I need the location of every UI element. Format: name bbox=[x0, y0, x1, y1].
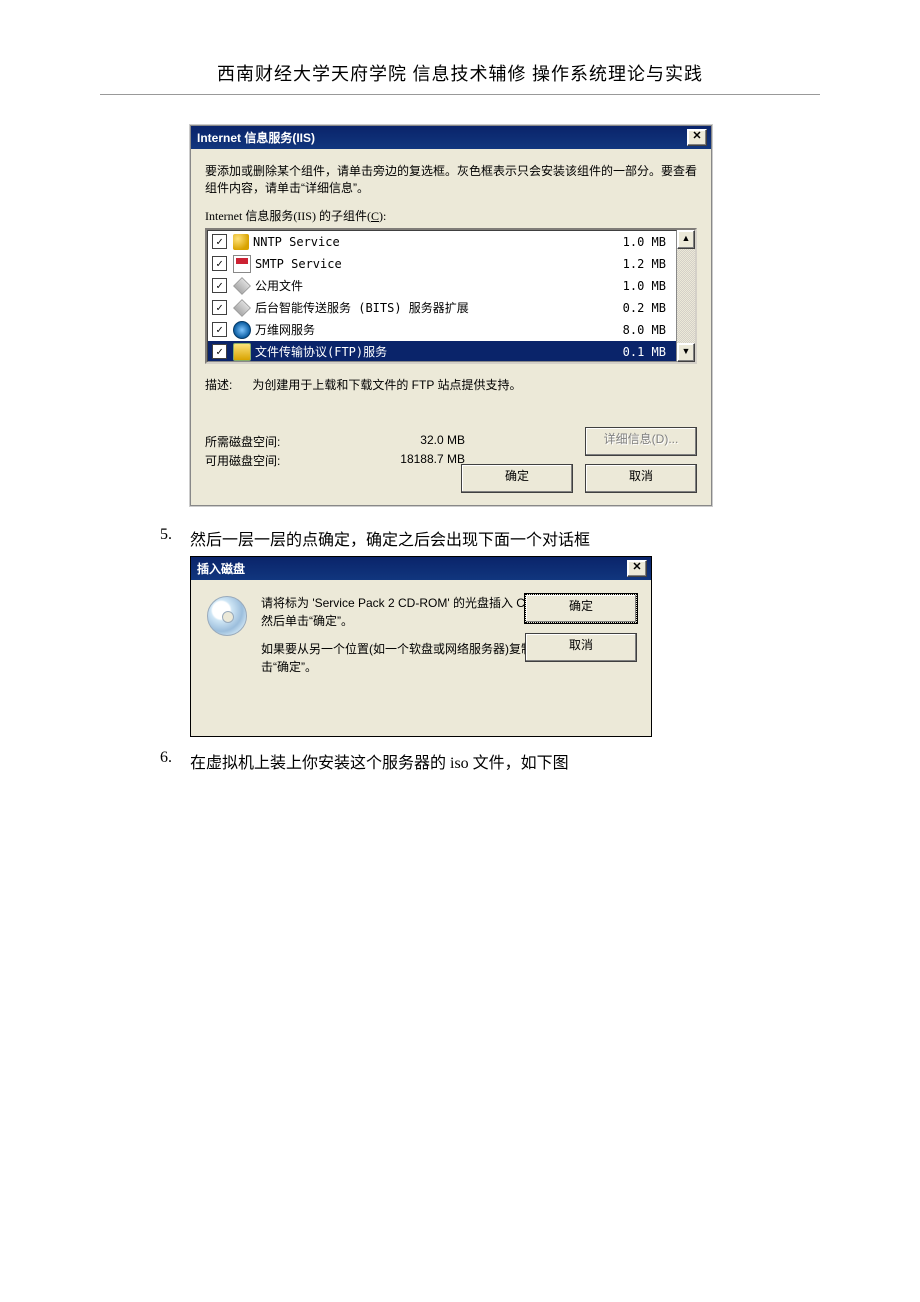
subcomp-label-suffix: ): bbox=[379, 209, 386, 223]
list-item-size: 1.0 MB bbox=[596, 235, 670, 249]
list-item-size: 1.2 MB bbox=[596, 257, 670, 271]
list-item-label: 公用文件 bbox=[255, 277, 596, 294]
list-item-label: 万维网服务 bbox=[255, 321, 596, 338]
list-item[interactable]: ✓ 后台智能传送服务 (BITS) 服务器扩展0.2 MB bbox=[208, 297, 676, 319]
close-icon[interactable]: ✕ bbox=[627, 560, 647, 577]
scroll-down-icon[interactable]: ▼ bbox=[677, 343, 695, 362]
iis-titlebar: Internet 信息服务(IIS) ✕ bbox=[191, 126, 711, 149]
insert-disk-dialog: 插入磁盘 ✕ 请将标为 'Service Pack 2 CD-ROM' 的光盘插… bbox=[190, 556, 652, 737]
list-item-label: NNTP Service bbox=[253, 235, 596, 249]
iis-title: Internet 信息服务(IIS) bbox=[197, 129, 687, 146]
list-item-label: SMTP Service bbox=[255, 257, 596, 271]
checkbox[interactable]: ✓ bbox=[212, 300, 227, 315]
disk-needed-value: 32.0 MB bbox=[325, 433, 495, 450]
cancel-button[interactable]: 取消 bbox=[525, 633, 637, 662]
document-header: 西南财经大学天府学院 信息技术辅修 操作系统理论与实践 bbox=[100, 60, 820, 95]
checkbox[interactable]: ✓ bbox=[212, 234, 227, 249]
insert-disk-title: 插入磁盘 bbox=[197, 560, 627, 577]
scroll-up-icon[interactable]: ▲ bbox=[677, 230, 695, 249]
subcomp-label-prefix: Internet 信息服务(IIS) 的子组件( bbox=[205, 209, 371, 223]
details-button: 详细信息(D)... bbox=[585, 427, 697, 456]
description-text: 为创建用于上载和下载文件的 FTP 站点提供支持。 bbox=[252, 378, 521, 392]
description-label: 描述: bbox=[205, 376, 249, 393]
insert-disk-titlebar: 插入磁盘 ✕ bbox=[191, 557, 651, 580]
disk-avail-label: 可用磁盘空间: bbox=[205, 452, 325, 469]
iis-dialog: Internet 信息服务(IIS) ✕ 要添加或删除某个组件，请单击旁边的复选… bbox=[190, 125, 712, 506]
diamond-icon bbox=[233, 299, 251, 317]
step-6-text: 在虚拟机上装上你安装这个服务器的 iso 文件，如下图 bbox=[190, 749, 569, 773]
step-5-text: 然后一层一层的点确定，确定之后会出现下面一个对话框 bbox=[190, 526, 590, 550]
list-item-size: 0.2 MB bbox=[596, 301, 670, 315]
step-6-number: 6. bbox=[160, 749, 190, 773]
checkbox[interactable]: ✓ bbox=[212, 344, 227, 359]
description-block: 描述: 为创建用于上载和下载文件的 FTP 站点提供支持。 bbox=[205, 376, 697, 393]
scrollbar[interactable]: ▲ ▼ bbox=[677, 230, 695, 362]
world-icon bbox=[233, 321, 251, 339]
smtp-icon bbox=[233, 255, 251, 273]
list-item[interactable]: ✓ 公用文件1.0 MB bbox=[208, 275, 676, 297]
cd-icon bbox=[207, 596, 247, 636]
list-item[interactable]: ✓ 文件传输协议(FTP)服务0.1 MB bbox=[208, 341, 676, 362]
subcomponents-listbox[interactable]: ✓NNTP Service1.0 MB✓SMTP Service1.2 MB✓公… bbox=[205, 228, 697, 364]
scroll-track[interactable] bbox=[677, 249, 695, 343]
cancel-button[interactable]: 取消 bbox=[585, 464, 697, 493]
checkbox[interactable]: ✓ bbox=[212, 322, 227, 337]
list-item-size: 8.0 MB bbox=[596, 323, 670, 337]
ok-button[interactable]: 确定 bbox=[525, 594, 637, 623]
list-item-size: 1.0 MB bbox=[596, 279, 670, 293]
checkbox[interactable]: ✓ bbox=[212, 256, 227, 271]
step-6: 6. 在虚拟机上装上你安装这个服务器的 iso 文件，如下图 bbox=[160, 749, 820, 773]
list-item[interactable]: ✓ 万维网服务8.0 MB bbox=[208, 319, 676, 341]
diamond-icon bbox=[233, 277, 251, 295]
step-5-number: 5. bbox=[160, 526, 190, 550]
disk-needed-label: 所需磁盘空间: bbox=[205, 433, 325, 450]
iis-instruction: 要添加或删除某个组件，请单击旁边的复选框。灰色框表示只会安装该组件的一部分。要查… bbox=[205, 163, 697, 197]
list-item-label: 文件传输协议(FTP)服务 bbox=[255, 343, 596, 360]
checkbox[interactable]: ✓ bbox=[212, 278, 227, 293]
list-item[interactable]: ✓ NNTP Service1.0 MB bbox=[208, 231, 676, 253]
close-icon[interactable]: ✕ bbox=[687, 129, 707, 146]
stack-icon bbox=[233, 234, 249, 250]
list-item-size: 0.1 MB bbox=[596, 345, 670, 359]
list-item-label: 后台智能传送服务 (BITS) 服务器扩展 bbox=[255, 299, 596, 316]
step-5: 5. 然后一层一层的点确定，确定之后会出现下面一个对话框 bbox=[160, 526, 820, 550]
subcomponents-label: Internet 信息服务(IIS) 的子组件(C): bbox=[205, 207, 697, 224]
ok-button[interactable]: 确定 bbox=[461, 464, 573, 493]
folder-icon bbox=[233, 343, 251, 361]
subcomp-label-key: C bbox=[371, 209, 379, 223]
list-item[interactable]: ✓ SMTP Service1.2 MB bbox=[208, 253, 676, 275]
